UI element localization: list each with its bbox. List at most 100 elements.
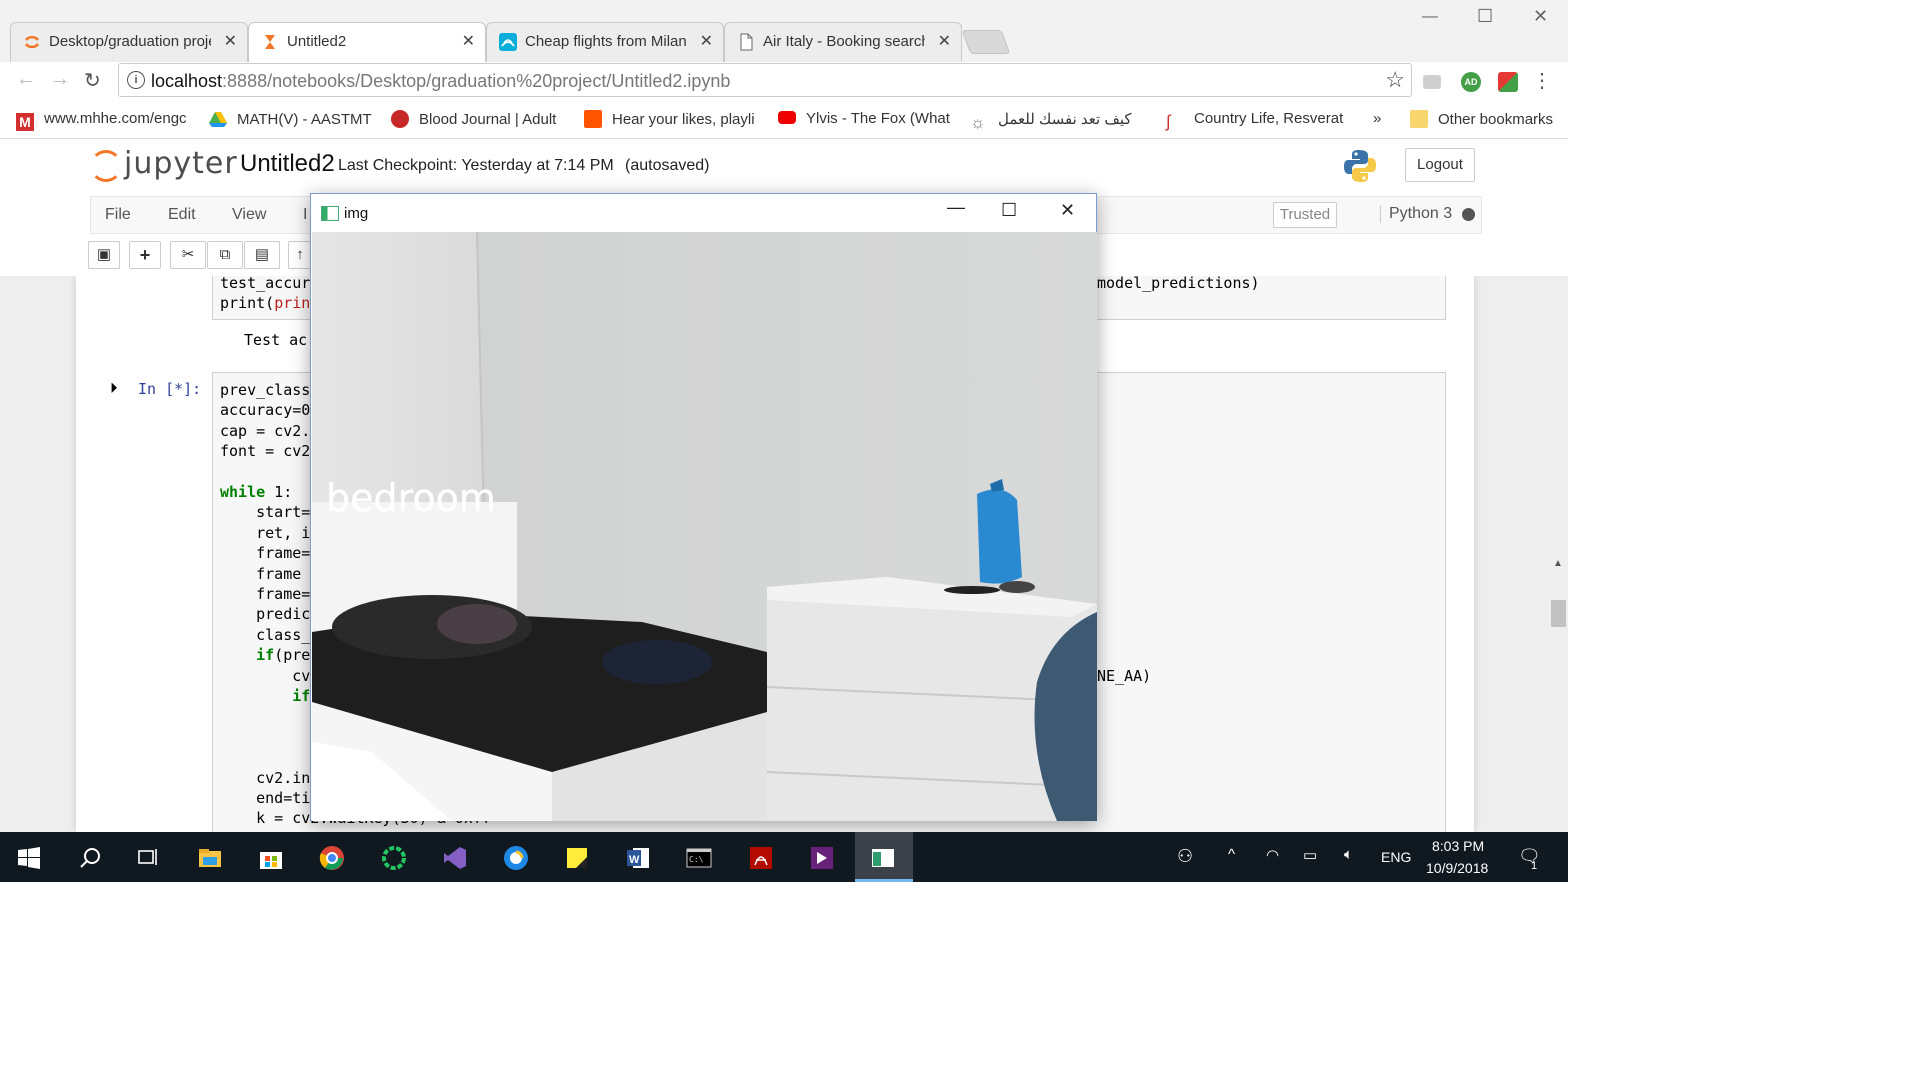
menu-edit[interactable]: Edit [168,206,196,224]
maximize-icon[interactable]: ☐ [1477,6,1493,27]
start-icon[interactable] [18,847,40,869]
people-icon[interactable]: ⚇ [1177,846,1193,867]
tab-desktop-graduation[interactable]: Desktop/graduation proje ✕ [10,22,248,62]
file-explorer-icon[interactable] [197,845,223,871]
autosave-status: (autosaved) [625,157,710,174]
kernel-name[interactable]: Python 3 [1380,205,1452,223]
maximize-icon[interactable]: ☐ [1001,200,1017,221]
word-icon[interactable]: W [625,845,651,871]
close-icon[interactable]: ✕ [462,31,475,51]
cut-button[interactable]: ✂ [170,241,206,269]
close-window-icon[interactable]: ✕ [1533,6,1548,27]
other-bookmarks[interactable]: Other bookmarks [1410,110,1553,128]
reload-icon[interactable]: ↻ [84,68,101,93]
mcgraw-icon: M [16,113,34,131]
tab-strip: Desktop/graduation proje ✕ Untitled2 ✕ C… [0,0,1568,62]
cell2-line: start= [220,503,311,522]
wifi-icon[interactable]: ◠ [1266,846,1279,864]
sticky-notes-icon[interactable] [564,845,590,871]
new-tab-button[interactable] [961,30,1011,54]
cell2-prompt: In [*]: [138,380,202,398]
adguard-icon[interactable]: AD [1461,72,1481,92]
address-bar[interactable]: i localhost:8888/notebooks/Desktop/gradu… [118,63,1412,97]
document-icon [740,33,753,51]
camera-frame: bedroom [312,232,1097,821]
save-button[interactable]: ▣ [88,241,120,269]
cell2-line: cv [220,666,311,685]
scroll-up-icon[interactable]: ▲ [1553,558,1563,569]
cell2-line: class_ [220,625,311,644]
cell1-line-1: test_accur [220,276,311,292]
more-bookmarks-chevron[interactable]: » [1373,110,1381,127]
cell2-line: predic [220,605,311,624]
bookmark-soundcloud[interactable]: Hear your likes, playli [584,110,755,128]
clock-time[interactable]: 8:03 PM [1432,838,1484,854]
language-indicator[interactable]: ENG [1381,849,1411,865]
bookmark-mhhe[interactable]: Mwww.mhhe.com/engc [16,110,187,131]
soundcloud-icon [584,110,602,128]
bedroom-camera-image [312,232,1097,821]
svg-text:W: W [629,854,640,866]
notification-count: 1 [1531,860,1538,872]
minimize-icon[interactable]: — [1422,8,1438,26]
forward-icon[interactable]: → [50,68,70,91]
scissors-icon: ✂ [181,246,195,263]
browser-icon[interactable] [503,845,529,871]
insert-cell-button[interactable]: + [129,241,161,269]
move-up-button[interactable]: ↑ [288,241,312,269]
chrome-icon[interactable] [319,845,345,871]
img-window[interactable]: img — ☐ ✕ bedroom [310,193,1097,821]
vs-purple-icon[interactable] [809,845,835,871]
search-icon[interactable] [78,845,104,871]
bookmark-blood-journal[interactable]: Blood Journal | Adult [391,110,556,128]
tab-untitled2[interactable]: Untitled2 ✕ [248,22,486,62]
task-view-icon[interactable] [135,845,161,871]
tab-air-italy[interactable]: Air Italy - Booking search ✕ [724,22,962,62]
info-icon[interactable]: i [127,71,145,89]
office-icon[interactable] [1498,72,1518,92]
terminal-icon[interactable]: C:\ [686,845,712,871]
bookmark-arabic[interactable]: ☼ كيف تعد نفسك للعمل [970,110,1132,132]
logout-button[interactable]: Logout [1405,148,1475,182]
notifications-icon[interactable]: 🗨︎ [1518,846,1541,867]
trusted-indicator[interactable]: Trusted [1273,202,1337,228]
menu-view[interactable]: View [232,206,266,224]
menu-insert[interactable]: I [303,206,307,224]
scrollbar-thumb[interactable] [1551,600,1566,627]
bookmark-star-icon[interactable]: ☆ [1385,67,1405,93]
cell2-line: font = cv2 [220,442,311,461]
cell2-line: while 1: [220,483,293,501]
battery-icon[interactable]: ▭ [1303,846,1317,864]
show-hidden-icons-chevron[interactable]: ^ [1228,846,1235,863]
close-icon[interactable]: ✕ [1060,200,1075,221]
paste-button[interactable]: ▤ [244,241,280,269]
opencv-window-icon[interactable] [870,845,896,871]
store-icon[interactable] [258,845,284,871]
back-icon[interactable]: ← [16,68,36,91]
copy-button[interactable]: ⧉ [207,241,243,269]
camera-icon[interactable] [1423,75,1441,89]
bookmark-youtube[interactable]: Ylvis - The Fox (What [778,110,950,127]
close-icon[interactable]: ✕ [938,31,951,51]
bookmark-country-life[interactable]: ∫ Country Life, Resverat [1166,110,1343,131]
folder-icon [1410,110,1428,128]
prediction-label: bedroom [326,476,496,520]
cell2-right-fragment: NE_AA) [1097,667,1152,685]
circle-app-icon[interactable] [381,845,407,871]
close-icon[interactable]: ✕ [700,31,713,51]
clock-date[interactable]: 10/9/2018 [1426,860,1488,876]
visual-studio-icon[interactable] [442,845,468,871]
menu-icon[interactable]: ⋮ [1532,68,1552,92]
bookmark-math[interactable]: MATH(V) - AASTMT [209,110,372,128]
close-icon[interactable]: ✕ [224,31,237,51]
img-window-titlebar[interactable]: img — ☐ ✕ [311,194,1096,232]
notebook-name[interactable]: Untitled2 [240,150,335,178]
acrobat-icon[interactable] [748,845,774,871]
minimize-icon[interactable]: — [947,197,965,218]
volume-icon[interactable]: 🔈︎ [1344,846,1353,863]
cell2-line: frame= [220,585,311,603]
checkpoint-status: Last Checkpoint: Yesterday at 7:14 PM [338,157,614,174]
menu-file[interactable]: File [105,206,131,224]
tab-cheap-flights[interactable]: Cheap flights from Milan ✕ [486,22,724,62]
cell2-line: ret, i [220,523,311,542]
